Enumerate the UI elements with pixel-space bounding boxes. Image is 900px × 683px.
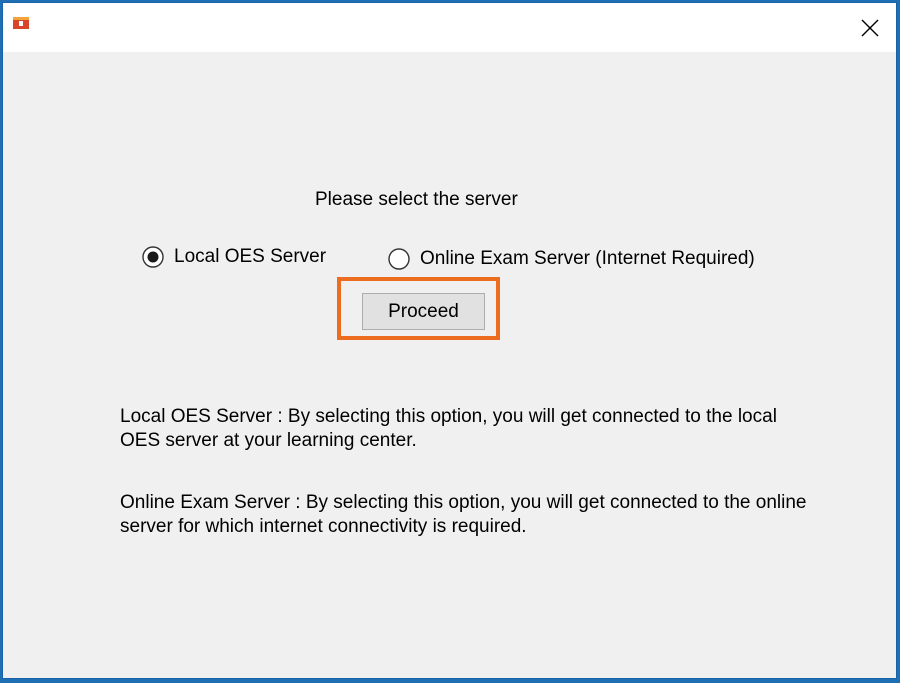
local-oes-server-radio[interactable]: Local OES Server (142, 246, 326, 268)
online-exam-server-radio[interactable]: Online Exam Server (Internet Required) (388, 248, 755, 270)
app-icon (12, 15, 30, 31)
online-server-description: Online Exam Server : By selecting this o… (120, 492, 807, 537)
server-select-window: Please select the server Local OES Serve… (2, 2, 897, 679)
radio-selected-icon (142, 246, 164, 268)
local-server-description: Local OES Server : By selecting this opt… (120, 406, 777, 451)
proceed-button[interactable]: Proceed (362, 293, 485, 330)
radio-unselected-icon (388, 248, 410, 270)
online-exam-server-label: Online Exam Server (Internet Required) (420, 248, 755, 269)
local-oes-server-label: Local OES Server (174, 246, 327, 267)
server-prompt: Please select the server (315, 189, 518, 210)
title-bar (3, 3, 896, 52)
close-icon (861, 19, 879, 36)
close-button[interactable] (844, 3, 896, 52)
